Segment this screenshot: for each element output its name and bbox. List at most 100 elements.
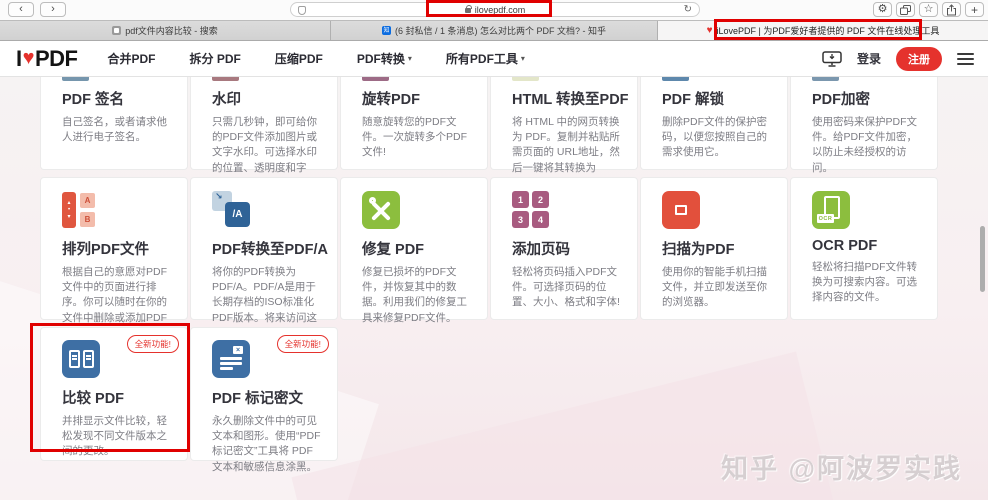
- tool-card-page-numbers[interactable]: 1 2 3 4 添加页码 轻松将页码插入PDF文件。可选择页码的位置、大小、格式…: [490, 177, 638, 320]
- tool-card-ocr-pdf[interactable]: OCR OCR PDF 轻松将扫描PDF文件转换为可搜索内容。可选择内容的文件。: [790, 177, 938, 320]
- tool-card-sign-pdf[interactable]: PDF 签名 自己签名，或者请求他人进行电子签名。: [40, 77, 188, 170]
- tool-desc: 轻松将扫描PDF文件转换为可搜索内容。可选择内容的文件。: [812, 261, 917, 304]
- tabs-overview-icon: [900, 4, 911, 15]
- chevron-right-icon: ›: [51, 3, 55, 15]
- site-header: I ♥ PDF 合并PDF 拆分 PDF 压缩PDF PDF转换 ▾ 所有PDF工…: [0, 41, 988, 77]
- chevron-down-icon: ▾: [407, 54, 412, 63]
- tab-overview-button[interactable]: [896, 2, 915, 17]
- logo-text-pdf: PDF: [35, 45, 78, 71]
- tool-card-redact-pdf[interactable]: 全新功能! × PDF 标记密文 永久删除文件中的可见文本和图形。使用“PDF …: [190, 327, 338, 473]
- cropped-tool-icon: [362, 77, 389, 81]
- browser-toolbar: ‹ › ilovepdf.com ↻ ⚙ ☆ +: [0, 0, 988, 20]
- header-right: 登录 注册: [822, 46, 974, 71]
- tool-title: PDF 签名: [62, 92, 125, 108]
- tool-desc: 随意旋转您的PDF文件。一次旋转多个PDF文件!: [362, 116, 467, 159]
- tool-card-html-to-pdf[interactable]: HTML 转换至PDF 将 HTML 中的网页转换为 PDF。复制并粘贴所需页面…: [490, 77, 638, 189]
- new-feature-badge: 全新功能!: [126, 335, 179, 353]
- tool-desc: 使用密码来保护PDF文件。给PDF文件加密，以防止未经授权的访问。: [812, 116, 917, 174]
- nav-split-pdf[interactable]: 拆分 PDF: [190, 50, 241, 67]
- nav-all-pdf-tools[interactable]: 所有PDF工具 ▾: [446, 50, 525, 67]
- tool-card-organize-pdf[interactable]: ▴ • ▾ A B 排列PDF文件 根据自己的意愿对PDF文件中的页面进行排序。你可…: [40, 177, 188, 339]
- tool-card-rotate-pdf[interactable]: 旋转PDF 随意旋转您的PDF文件。一次旋转多个PDF文件!: [340, 77, 488, 170]
- cropped-tool-icon: [662, 77, 689, 81]
- hamburger-menu-icon[interactable]: [957, 52, 974, 65]
- x-icon: ×: [233, 346, 243, 354]
- redact-pdf-icon: ×: [212, 340, 256, 378]
- tool-desc: 删除PDF文件的保护密码，以便您按照自己的需求使用它。: [662, 116, 767, 159]
- tab-zhihu-page[interactable]: 知 (6 封私信 / 1 条消息) 怎么对比两个 PDF 文档? - 知乎: [331, 21, 658, 40]
- tool-title: PDF 标记密文: [212, 391, 304, 407]
- watermark-text: 知乎 @阿波罗实践: [721, 454, 962, 484]
- lock-icon: [464, 5, 472, 13]
- tool-title: 排列PDF文件: [62, 242, 149, 258]
- tool-title: 比较 PDF: [62, 391, 125, 407]
- tab-label: iLovePDF | 为PDF爱好者提供的 PDF 文件在线处理工具: [716, 26, 940, 36]
- nav-convert-pdf[interactable]: PDF转换 ▾: [357, 50, 412, 67]
- tab-label: (6 封私信 / 1 条消息) 怎么对比两个 PDF 文档? - 知乎: [394, 26, 606, 36]
- plus-icon: +: [970, 2, 978, 17]
- url-text: ilovepdf.com: [291, 3, 699, 16]
- tool-title: 添加页码: [512, 242, 570, 258]
- new-tab-button[interactable]: +: [965, 2, 984, 17]
- zhihu-favicon: 知: [381, 26, 391, 35]
- tab-label: pdf文件内容比较 - 搜索: [125, 26, 218, 36]
- back-button[interactable]: ‹: [8, 2, 34, 17]
- scrollbar-thumb[interactable]: [980, 226, 985, 292]
- login-button[interactable]: 登录: [857, 50, 881, 67]
- chevron-down-icon: ▾: [520, 54, 525, 63]
- share-icon: [947, 3, 956, 15]
- tool-desc: 自己签名，或者请求他人进行电子签名。: [62, 116, 167, 144]
- bookmark-button[interactable]: ☆: [919, 2, 938, 17]
- forward-button[interactable]: ›: [40, 2, 66, 17]
- tab-ilovepdf-page[interactable]: ♥ iLovePDF | 为PDF爱好者提供的 PDF 文件在线处理工具: [658, 21, 988, 40]
- settings-button[interactable]: ⚙: [873, 2, 892, 17]
- ocr-pdf-icon: OCR: [812, 191, 856, 229]
- tool-desc: 轻松将页码插入PDF文件。可选择页码的位置、大小、格式和字体!: [512, 266, 620, 309]
- page-numbers-icon: 1 2 3 4: [512, 191, 556, 229]
- tool-title: 扫描为PDF: [662, 242, 735, 258]
- browser-tab-bar: pdf文件内容比较 - 搜索 知 (6 封私信 / 1 条消息) 怎么对比两个 …: [0, 20, 988, 41]
- tool-card-unlock-pdf[interactable]: PDF 解锁 删除PDF文件的保护密码，以便您按照自己的需求使用它。: [640, 77, 788, 170]
- nav-label: 拆分 PDF: [189, 52, 241, 66]
- tool-title: PDF加密: [812, 92, 870, 108]
- tool-title: PDF 解锁: [662, 92, 725, 108]
- tool-title: PDF转换至PDF/A: [212, 242, 328, 258]
- nav-merge-pdf[interactable]: 合并PDF: [108, 50, 156, 67]
- tool-card-repair-pdf[interactable]: 修复 PDF 修复已损坏的PDF文件，并恢复其中的数据。利用我们的修复工具来修复…: [340, 177, 488, 324]
- reload-icon[interactable]: ↻: [684, 4, 692, 15]
- share-button[interactable]: [942, 2, 961, 17]
- tool-title: HTML 转换至PDF: [512, 92, 629, 108]
- tool-title: 旋转PDF: [362, 92, 420, 108]
- main-nav: 合并PDF 拆分 PDF 压缩PDF PDF转换 ▾ 所有PDF工具 ▾: [108, 50, 525, 67]
- compare-pdf-icon: [62, 340, 106, 378]
- tool-title: OCR PDF: [812, 238, 878, 254]
- register-button[interactable]: 注册: [896, 46, 942, 71]
- chevron-left-icon: ‹: [19, 3, 23, 15]
- tool-title: 水印: [212, 92, 241, 108]
- pdf-to-pdfa-icon: ↘ /A: [212, 191, 256, 229]
- tool-card-protect-pdf[interactable]: PDF加密 使用密码来保护PDF文件。给PDF文件加密，以防止未经授权的访问。: [790, 77, 938, 174]
- scan-to-pdf-icon: [662, 191, 706, 229]
- cropped-tool-icon: [512, 77, 539, 81]
- cropped-tool-icon: [212, 77, 239, 81]
- search-page-favicon: [112, 26, 122, 35]
- tool-desc: 使用你的智能手机扫描文件，并立即发送至你的浏览器。: [662, 266, 767, 309]
- nav-label: PDF转换: [356, 52, 405, 66]
- tool-desc: 修复已损坏的PDF文件，并恢复其中的数据。利用我们的修复工具来修复PDF文件。: [362, 266, 467, 324]
- logo-text-i: I: [16, 45, 22, 71]
- ilovepdf-logo[interactable]: I ♥ PDF: [16, 46, 78, 72]
- download-desktop-icon[interactable]: [822, 50, 842, 67]
- tool-card-scan-to-pdf[interactable]: 扫描为PDF 使用你的智能手机扫描文件，并立即发送至你的浏览器。: [640, 177, 788, 320]
- tab-search-page[interactable]: pdf文件内容比较 - 搜索: [0, 21, 331, 40]
- tool-title: 修复 PDF: [362, 242, 425, 258]
- nav-label: 压缩PDF: [274, 52, 323, 66]
- gear-icon: ⚙: [877, 3, 888, 15]
- heart-icon: ♥: [22, 47, 35, 69]
- repair-pdf-icon: [362, 191, 406, 229]
- tool-card-watermark[interactable]: 水印 只需几秒钟，即可给你的PDF文件添加图片或文字水印。可选择水印的位置、透明…: [190, 77, 338, 189]
- tool-card-pdf-to-pdfa[interactable]: ↘ /A PDF转换至PDF/A 将你的PDF转换为PDF/A。PDF/A是用于…: [190, 177, 338, 354]
- tool-card-compare-pdf[interactable]: 全新功能! 比较 PDF 并排显示文件比较，轻松发现不同文件版本之间的更改。: [40, 327, 188, 461]
- address-bar[interactable]: ilovepdf.com ↻: [290, 2, 700, 17]
- nav-label: 合并PDF: [107, 52, 156, 66]
- nav-compress-pdf[interactable]: 压缩PDF: [275, 50, 323, 67]
